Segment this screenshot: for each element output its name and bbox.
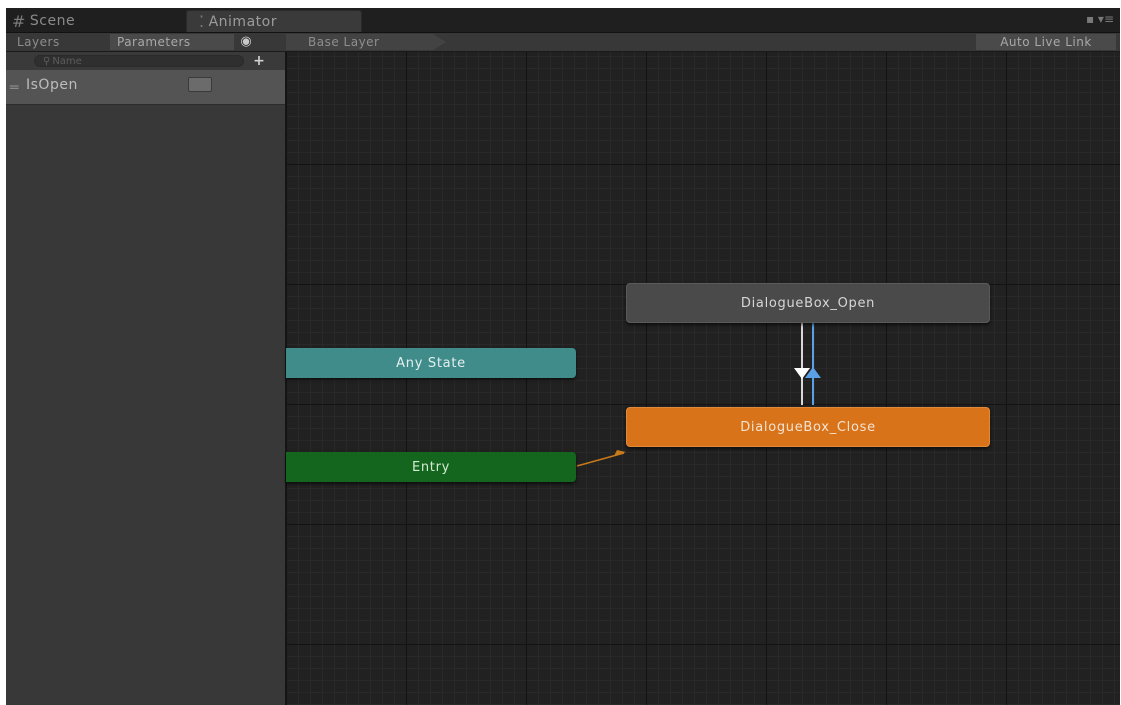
plus-icon[interactable]: + (250, 52, 268, 70)
tab-scene-label: Scene (29, 13, 76, 29)
tab-animator-label: Animator (208, 13, 277, 30)
auto-live-link-label: Auto Live Link (1000, 35, 1092, 49)
tab-animator[interactable]: ⁚ Animator (186, 10, 362, 32)
transition-up-arrow (805, 367, 821, 378)
parameter-name[interactable]: IsOpen (26, 77, 78, 93)
state-dialoguebox-close[interactable]: DialogueBox_Close (626, 407, 990, 447)
state-any-state[interactable]: Any State (286, 348, 576, 378)
state-any-state-label: Any State (396, 355, 466, 371)
parameter-bool-checkbox[interactable] (188, 77, 212, 92)
scene-grid-icon: # (12, 11, 26, 31)
search-field[interactable]: ⚲ (34, 55, 244, 67)
eye-icon[interactable]: ◉ (236, 34, 256, 50)
entry-transition-arrow (614, 450, 626, 456)
state-entry-label: Entry (411, 459, 451, 475)
search-input[interactable] (52, 55, 203, 67)
parameter-row[interactable]: ═ IsOpen (6, 70, 285, 105)
tab-layers-label: Layers (17, 35, 60, 49)
breadcrumb[interactable]: Base Layer (286, 34, 446, 50)
state-dialoguebox-open[interactable]: DialogueBox_Open (626, 283, 990, 323)
window-menu-icon[interactable]: ▪ ▾≡ (1086, 12, 1114, 26)
parameters-panel: ⚲ + ═ IsOpen (6, 52, 286, 705)
search-row: ⚲ + (6, 52, 285, 70)
animator-icon: ⁚ (199, 12, 205, 31)
animator-toolbar: Layers Parameters ◉ Base Layer Auto Live… (6, 33, 1120, 52)
auto-live-link-button[interactable]: Auto Live Link (976, 34, 1116, 50)
tab-scene[interactable]: # Scene (10, 10, 172, 32)
transition-links (576, 323, 821, 467)
tab-parameters[interactable]: Parameters (110, 34, 234, 50)
transition-down-arrow (794, 368, 810, 379)
state-machine-graph[interactable]: DialogueBox_Open DialogueBox_Close Any S… (286, 52, 1120, 705)
entry-transition-line[interactable] (576, 452, 625, 467)
state-entry[interactable]: Entry (286, 452, 576, 482)
tab-layers[interactable]: Layers (10, 34, 108, 50)
state-dialoguebox-close-label: DialogueBox_Close (740, 419, 876, 435)
window-tab-bar: # Scene ⁚ Animator ▪ ▾≡ (6, 8, 1120, 33)
animator-window: # Scene ⁚ Animator ▪ ▾≡ Layers Parameter… (6, 8, 1120, 705)
state-dialoguebox-open-label: DialogueBox_Open (740, 295, 876, 311)
drag-handle-icon[interactable]: ═ (10, 80, 18, 96)
tab-parameters-label: Parameters (117, 35, 191, 49)
search-icon: ⚲ (43, 55, 51, 67)
breadcrumb-label: Base Layer (308, 35, 380, 49)
